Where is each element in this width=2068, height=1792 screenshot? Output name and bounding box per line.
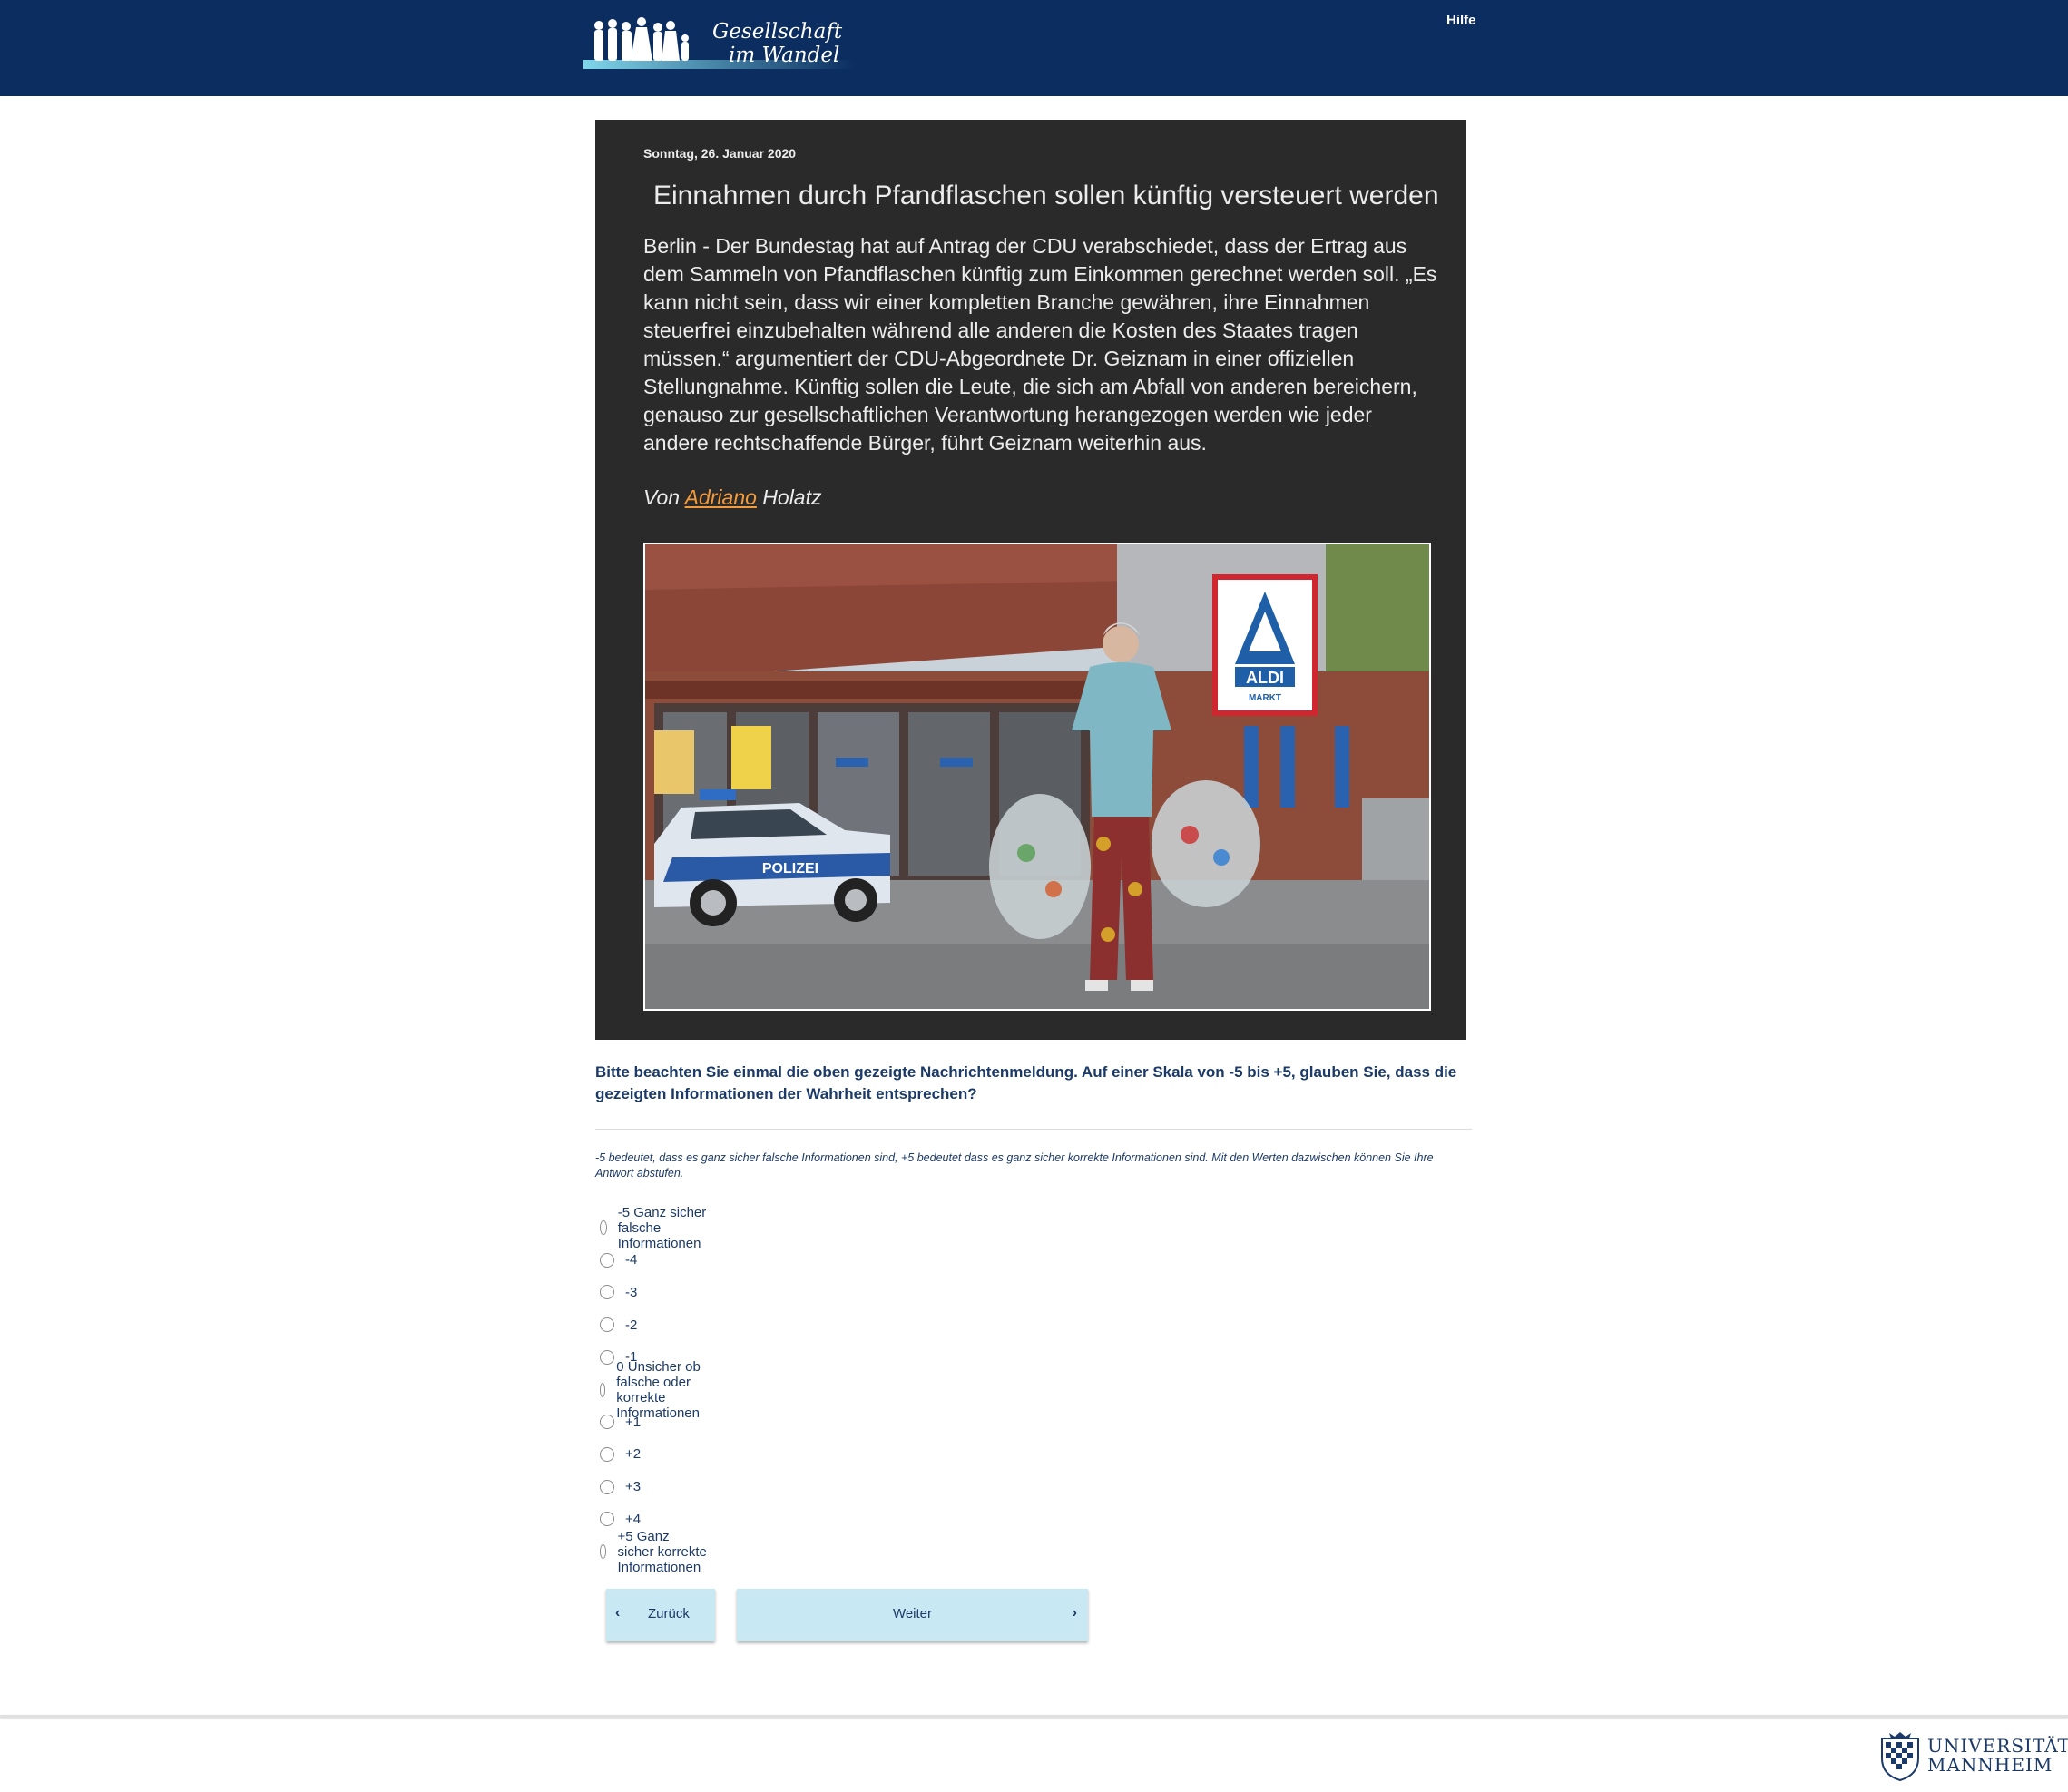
logo-text-line2: im Wandel — [729, 44, 840, 67]
help-link[interactable]: Hilfe — [1446, 13, 1476, 28]
option-plus1[interactable]: +1 — [600, 1411, 641, 1433]
radio-button[interactable] — [600, 1415, 614, 1430]
radio-button[interactable] — [600, 1285, 614, 1300]
author-first-name-link[interactable]: Adriano — [685, 485, 757, 509]
aldi-sign-subtext: MARKT — [1249, 693, 1281, 703]
logo-text: Gesellschaft im Wandel — [701, 20, 860, 67]
article-author: Von Adriano Holatz — [643, 485, 822, 510]
option-label: -2 — [625, 1317, 638, 1333]
option-label: +2 — [625, 1446, 642, 1463]
radio-button[interactable] — [600, 1382, 606, 1397]
gesellschaft-im-wandel-logo: Gesellschaft im Wandel — [583, 13, 856, 78]
next-button-label: Weiter — [892, 1606, 933, 1621]
option-minus3[interactable]: -3 — [600, 1281, 637, 1303]
university-name: UNIVERSITÄT MANNHEIM — [1927, 1737, 2068, 1775]
radio-button[interactable] — [600, 1512, 614, 1527]
option-plus5[interactable]: +5 Ganz sicher korrekte Informationen — [600, 1529, 709, 1575]
photo-illustration: ALDI MARKT POLIZEI — [645, 544, 1429, 1009]
option-zero[interactable]: 0 Unsicher ob falsche oder korrekte Info… — [600, 1359, 709, 1421]
radio-button[interactable] — [600, 1317, 614, 1333]
radio-button[interactable] — [600, 1544, 607, 1559]
logo-text-line1: Gesellschaft — [712, 20, 843, 44]
chevron-left-icon: ‹ — [615, 1605, 621, 1621]
option-plus4[interactable]: +4 — [600, 1508, 641, 1530]
back-button[interactable]: ‹ Zurück — [606, 1589, 715, 1641]
top-header: Gesellschaft im Wandel Hilfe — [0, 0, 2068, 96]
article-date: Sonntag, 26. Januar 2020 — [643, 146, 797, 161]
option-minus5[interactable]: -5 Ganz sicher falsche Informationen — [600, 1205, 709, 1251]
divider — [595, 1129, 1472, 1130]
university-crest-icon — [1881, 1732, 1919, 1782]
option-minus2[interactable]: -2 — [600, 1314, 637, 1336]
author-last-name: Holatz — [762, 485, 822, 509]
option-label: +3 — [625, 1479, 642, 1495]
university-name-line2: MANNHEIM — [1927, 1754, 2053, 1776]
option-label: -3 — [625, 1284, 638, 1300]
question-hint: -5 bedeutet, dass es ganz sicher falsche… — [595, 1151, 1434, 1180]
question-text: Bitte beachten Sie einmal die oben gezei… — [595, 1063, 1457, 1102]
radio-button[interactable] — [600, 1349, 614, 1365]
option-minus4[interactable]: -4 — [600, 1249, 637, 1271]
option-plus3[interactable]: +3 — [600, 1476, 641, 1498]
police-car-text: POLIZEI — [762, 861, 818, 876]
option-label: +5 Ganz sicher korrekte Informationen — [617, 1528, 707, 1575]
news-article-card: Sonntag, 26. Januar 2020 Einnahmen durch… — [595, 120, 1466, 1040]
article-headline: Einnahmen durch Pfandflaschen sollen kün… — [653, 181, 1439, 211]
option-label: +4 — [625, 1511, 642, 1527]
next-button[interactable]: Weiter › — [737, 1589, 1088, 1641]
radio-button[interactable] — [600, 1446, 614, 1462]
option-label: +1 — [625, 1414, 642, 1430]
article-photo: ALDI MARKT POLIZEI — [643, 543, 1431, 1011]
back-button-label: Zurück — [648, 1606, 690, 1621]
universitaet-mannheim-logo: UNIVERSITÄT MANNHEIM — [1877, 1731, 2068, 1782]
author-prefix: Von — [643, 485, 681, 509]
chevron-right-icon: › — [1072, 1605, 1077, 1621]
option-plus2[interactable]: +2 — [600, 1444, 641, 1465]
footer-divider — [0, 1715, 2068, 1718]
article-body: Berlin - Der Bundestag hat auf Antrag de… — [643, 234, 1437, 455]
radio-button[interactable] — [600, 1479, 614, 1494]
option-label: -4 — [625, 1252, 638, 1268]
aldi-sign-text: ALDI — [1246, 669, 1284, 687]
option-label: -5 Ganz sicher falsche Informationen — [617, 1204, 707, 1251]
radio-button[interactable] — [600, 1220, 607, 1235]
radio-button[interactable] — [600, 1252, 614, 1268]
university-name-line1: UNIVERSITÄT — [1927, 1735, 2068, 1757]
